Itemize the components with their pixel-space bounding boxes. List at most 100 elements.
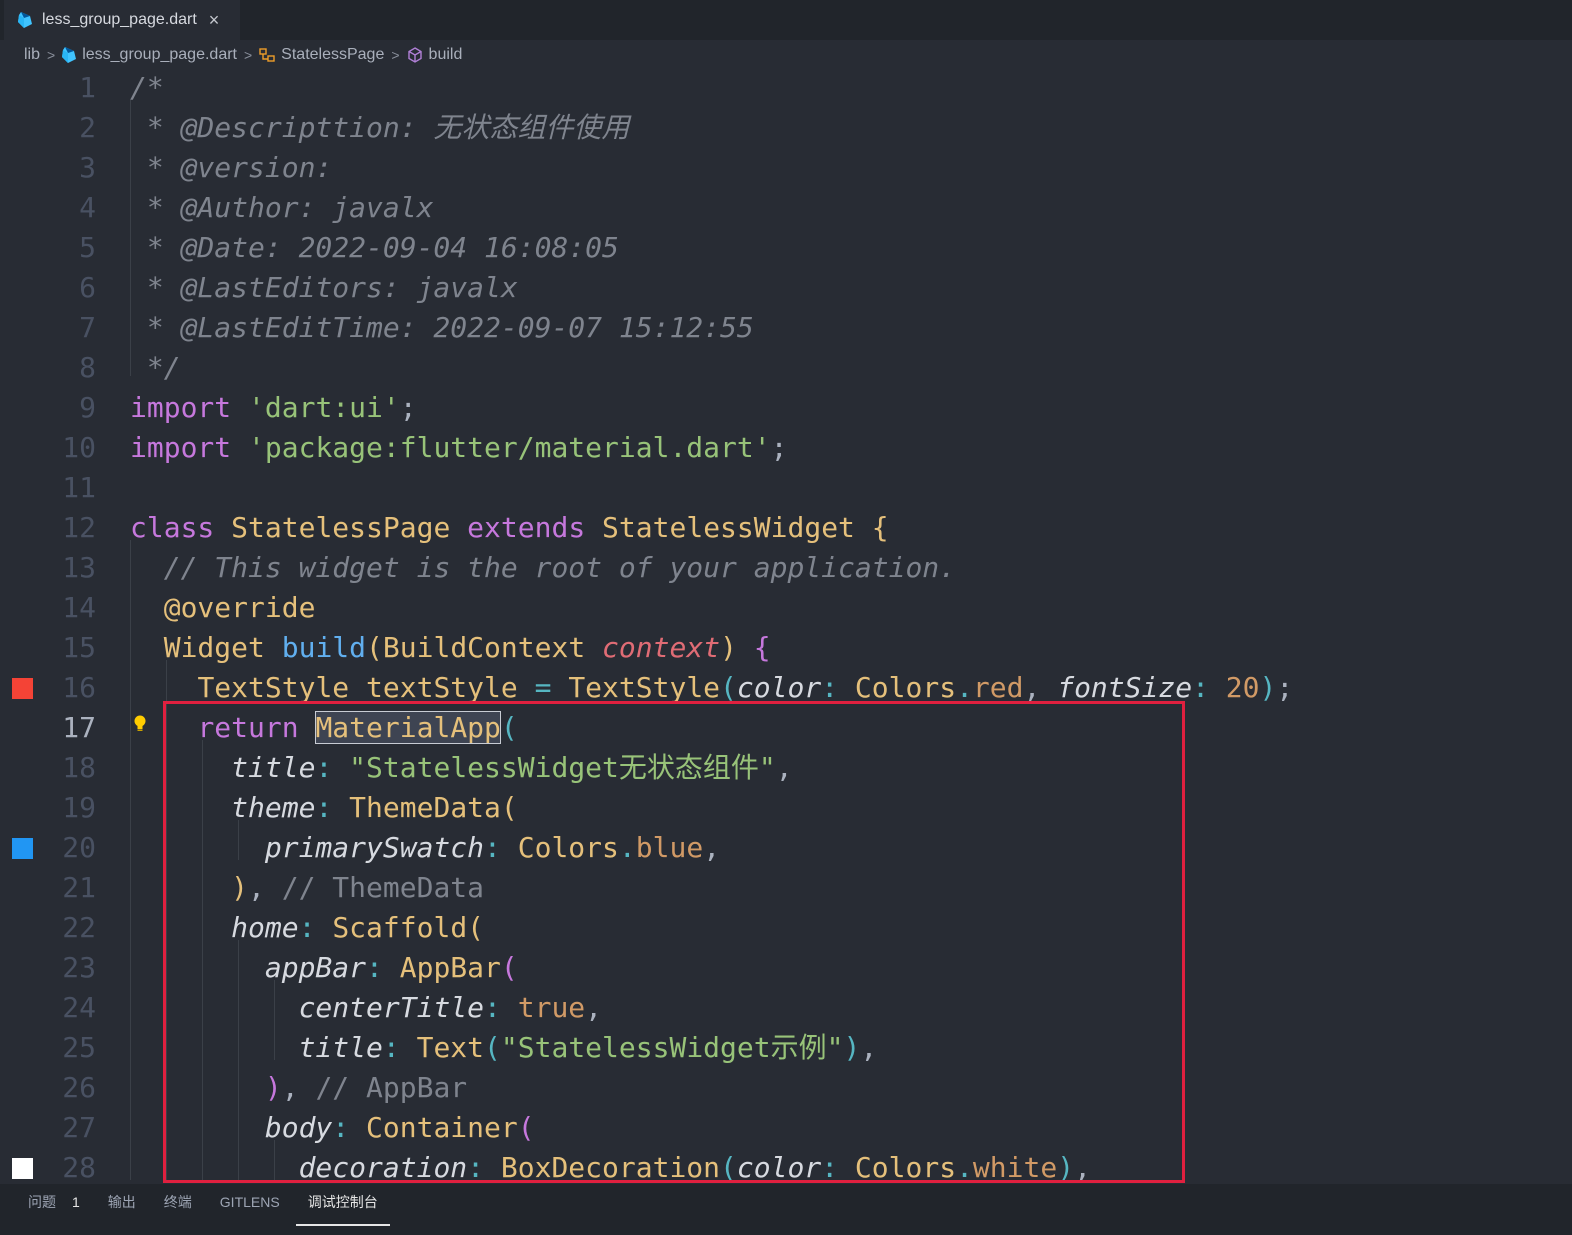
line-number: 28 — [62, 1151, 96, 1180]
code-line: 1 /* — [0, 68, 1572, 108]
color-swatch-red[interactable] — [12, 678, 33, 699]
editor-tab-bar: less_group_page.dart × — [0, 0, 1572, 40]
line-number: 15 — [62, 631, 96, 664]
method-icon — [407, 47, 423, 63]
dot: . — [956, 1151, 973, 1180]
dot: . — [618, 831, 636, 864]
colon: : — [1192, 671, 1209, 704]
tab-output-label: 输出 — [107, 1194, 136, 1210]
code-editor[interactable]: 1 /* 2 * @Descripttion: 无状态组件使用 3 * @ver… — [0, 68, 1572, 1180]
paren: ) — [264, 1071, 282, 1104]
paren: ( — [720, 671, 737, 704]
line-number: 13 — [62, 551, 96, 584]
code-line: 24 centerTitle: true, — [0, 988, 1572, 1028]
line-number: 9 — [79, 391, 96, 424]
paren: ( — [484, 1031, 501, 1064]
breadcrumb: lib > less_group_page.dart > StatelessPa… — [24, 44, 462, 66]
line-number: 22 — [62, 911, 96, 944]
comma: , — [703, 831, 721, 864]
comma: , — [281, 1071, 299, 1104]
constructor: AppBar — [399, 951, 501, 984]
line-number: 6 — [79, 271, 96, 304]
code-text: * @Descripttion: 无状态组件使用 — [130, 111, 630, 144]
punctuation: ; — [399, 391, 417, 424]
string: "StatelessWidget示例" — [500, 1031, 844, 1064]
line-number: 3 — [79, 151, 96, 184]
named-arg: centerTitle — [298, 991, 485, 1024]
code-line: 11 — [0, 468, 1572, 508]
code-text: class StatelessPage extends StatelessWid… — [130, 508, 889, 548]
code-text: * @LastEditors: javalx — [130, 271, 518, 304]
breadcrumb-method[interactable]: build — [429, 46, 463, 64]
colon: : — [332, 1111, 350, 1144]
keyword: import — [130, 431, 232, 464]
color-swatch-white[interactable] — [12, 1158, 33, 1179]
tab-debug-console[interactable]: 调试控制台 — [294, 1192, 392, 1226]
operator: = — [534, 671, 552, 704]
tab-debug-console-label: 调试控制台 — [307, 1194, 378, 1210]
selected-symbol[interactable]: MaterialApp — [315, 711, 501, 744]
code-text: theme: ThemeData( — [130, 788, 518, 828]
property: blue — [635, 831, 704, 864]
keyword: import — [130, 391, 232, 424]
line-number: 26 — [62, 1071, 96, 1104]
colon: : — [484, 991, 501, 1024]
code-line: 7 * @LastEditTime: 2022-09-07 15:12:55 — [0, 308, 1572, 348]
code-text: * @Date: 2022-09-04 16:08:05 — [130, 231, 619, 264]
paren: ( — [366, 631, 383, 664]
line-number: 27 — [62, 1111, 96, 1144]
close-icon[interactable]: × — [209, 10, 220, 31]
code-line: 5 * @Date: 2022-09-04 16:08:05 — [0, 228, 1572, 268]
chevron-right-icon: > — [243, 47, 253, 63]
colon: : — [821, 671, 839, 704]
code-line: 28 decoration: BoxDecoration(color: Colo… — [0, 1148, 1572, 1180]
code-line: 2 * @Descripttion: 无状态组件使用 — [0, 108, 1572, 148]
property: red — [972, 671, 1024, 704]
line-number-active: 17 — [62, 711, 96, 744]
colon: : — [484, 831, 501, 864]
variable: textStyle — [366, 671, 518, 704]
line-number: 1 — [79, 71, 96, 104]
code-line: 12 class StatelessPage extends Stateless… — [0, 508, 1572, 548]
line-number: 11 — [62, 471, 96, 504]
tab-output[interactable]: 输出 — [94, 1192, 150, 1218]
paren: ) — [720, 631, 737, 664]
file-tab[interactable]: less_group_page.dart × — [4, 0, 240, 40]
line-number: 23 — [62, 951, 96, 984]
line-number: 20 — [62, 831, 96, 864]
class-name: Colors — [854, 1151, 957, 1180]
paren: ) — [843, 1031, 861, 1064]
paren: ( — [500, 791, 518, 824]
code-text: * @LastEditTime: 2022-09-07 15:12:55 — [130, 311, 754, 344]
breadcrumb-class[interactable]: StatelessPage — [281, 46, 384, 64]
paren: ( — [500, 951, 518, 984]
colon: : — [382, 1031, 400, 1064]
line-number: 7 — [79, 311, 96, 344]
paren: ( — [517, 1111, 535, 1144]
tab-terminal[interactable]: 终端 — [150, 1192, 206, 1218]
line-number: 5 — [79, 231, 96, 264]
code-text: import 'dart:ui'; — [130, 388, 417, 428]
comma: , — [1074, 1151, 1091, 1180]
code-line: 20 primarySwatch: Colors.blue, — [0, 828, 1572, 868]
tab-problems[interactable]: 问题 1 — [0, 1192, 94, 1218]
dart-icon — [62, 47, 77, 63]
code-text: @override — [130, 588, 316, 628]
dart-icon — [18, 12, 32, 28]
tab-gitlens[interactable]: GITLENS — [206, 1192, 294, 1218]
string: 'package:flutter/material.dart' — [248, 431, 771, 464]
color-swatch-blue[interactable] — [12, 838, 33, 859]
function-name: build — [281, 631, 367, 664]
comment: // ThemeData — [281, 871, 485, 904]
tab-problems-label: 问题 — [28, 1194, 56, 1210]
file-tab-label: less_group_page.dart — [42, 11, 197, 28]
named-arg: title — [298, 1031, 383, 1064]
breadcrumb-folder[interactable]: lib — [24, 46, 40, 64]
tab-terminal-label: 终端 — [163, 1194, 192, 1210]
breadcrumb-file[interactable]: less_group_page.dart — [82, 46, 237, 64]
code-line: 3 * @version: — [0, 148, 1572, 188]
line-number: 12 — [62, 511, 96, 544]
named-arg: theme — [231, 791, 316, 824]
code-line: 13 // This widget is the root of your ap… — [0, 548, 1572, 588]
line-number: 19 — [62, 791, 96, 824]
